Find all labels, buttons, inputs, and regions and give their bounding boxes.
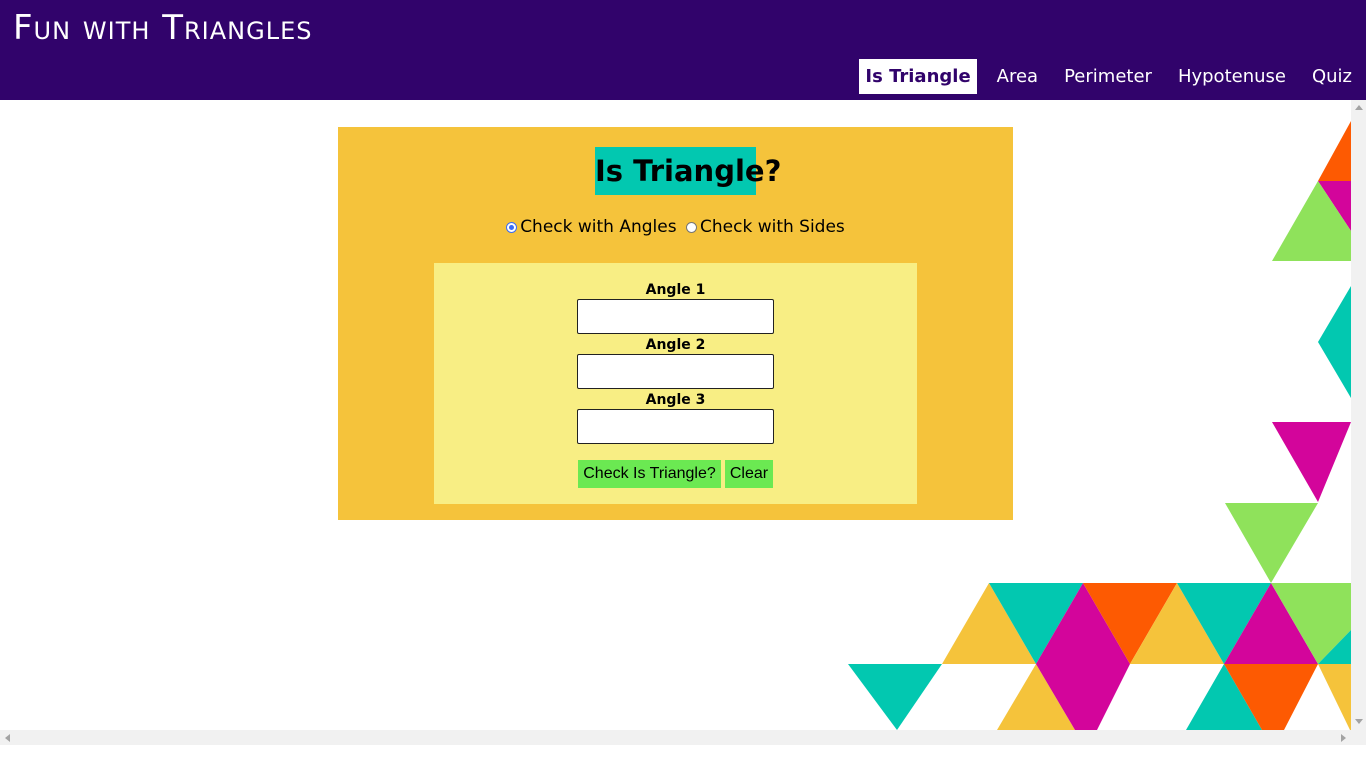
radio-button-unchecked-icon[interactable] (686, 221, 697, 233)
page-title: Is Triangle? (595, 147, 781, 195)
top-header: Fun with Triangles Is Triangle Area Peri… (0, 0, 1366, 100)
radio-button-checked-icon[interactable] (506, 221, 518, 233)
angle-1-label: Angle 1 (645, 282, 706, 298)
nav-item-hypotenuse[interactable]: Hypotenuse (1172, 59, 1292, 94)
angle-3-label: Angle 3 (645, 392, 706, 408)
clear-button[interactable]: Clear (725, 460, 773, 488)
scroll-left-arrow-icon[interactable] (5, 734, 10, 742)
app-title[interactable]: Fun with Triangles (13, 8, 312, 48)
decor-triangle (848, 664, 942, 730)
main-nav: Is Triangle Area Perimeter Hypotenuse Qu… (859, 59, 1358, 94)
decor-triangle (1318, 121, 1351, 181)
vertical-scrollbar[interactable] (1351, 100, 1366, 730)
radio-label: Check with Sides (700, 217, 845, 237)
nav-item-quiz[interactable]: Quiz (1306, 59, 1358, 94)
page-content: Is Triangle? Check with Angles Check wit… (0, 100, 1351, 730)
decor-triangle (1318, 664, 1351, 730)
radio-check-with-angles[interactable]: Check with Angles (506, 213, 677, 241)
angle-form: Angle 1 Angle 2 Angle 3 Check Is Triangl… (434, 263, 917, 504)
angle-3-input[interactable] (577, 409, 774, 444)
decor-triangle (1318, 286, 1351, 398)
horizontal-scrollbar[interactable] (0, 730, 1351, 745)
nav-item-perimeter[interactable]: Perimeter (1058, 59, 1158, 94)
scroll-right-arrow-icon[interactable] (1341, 734, 1346, 742)
is-triangle-card: Is Triangle? Check with Angles Check wit… (338, 127, 1013, 520)
angle-2-label: Angle 2 (645, 337, 706, 353)
angle-1-input[interactable] (577, 299, 774, 334)
check-is-triangle-button[interactable]: Check Is Triangle? (578, 460, 721, 488)
nav-item-area[interactable]: Area (991, 59, 1044, 94)
nav-item-is-triangle[interactable]: Is Triangle (859, 59, 977, 94)
angle-2-input[interactable] (577, 354, 774, 389)
scroll-up-arrow-icon[interactable] (1355, 105, 1363, 110)
check-mode-radio-group: Check with Angles Check with Sides (338, 213, 1013, 242)
scrollbar-corner (1351, 730, 1366, 745)
decor-triangle (1225, 503, 1318, 583)
radio-check-with-sides[interactable]: Check with Sides (686, 213, 845, 241)
radio-label: Check with Angles (520, 217, 677, 237)
decor-triangle (1272, 422, 1351, 502)
scroll-down-arrow-icon[interactable] (1355, 719, 1363, 724)
window-bottom-strip (0, 745, 1366, 768)
